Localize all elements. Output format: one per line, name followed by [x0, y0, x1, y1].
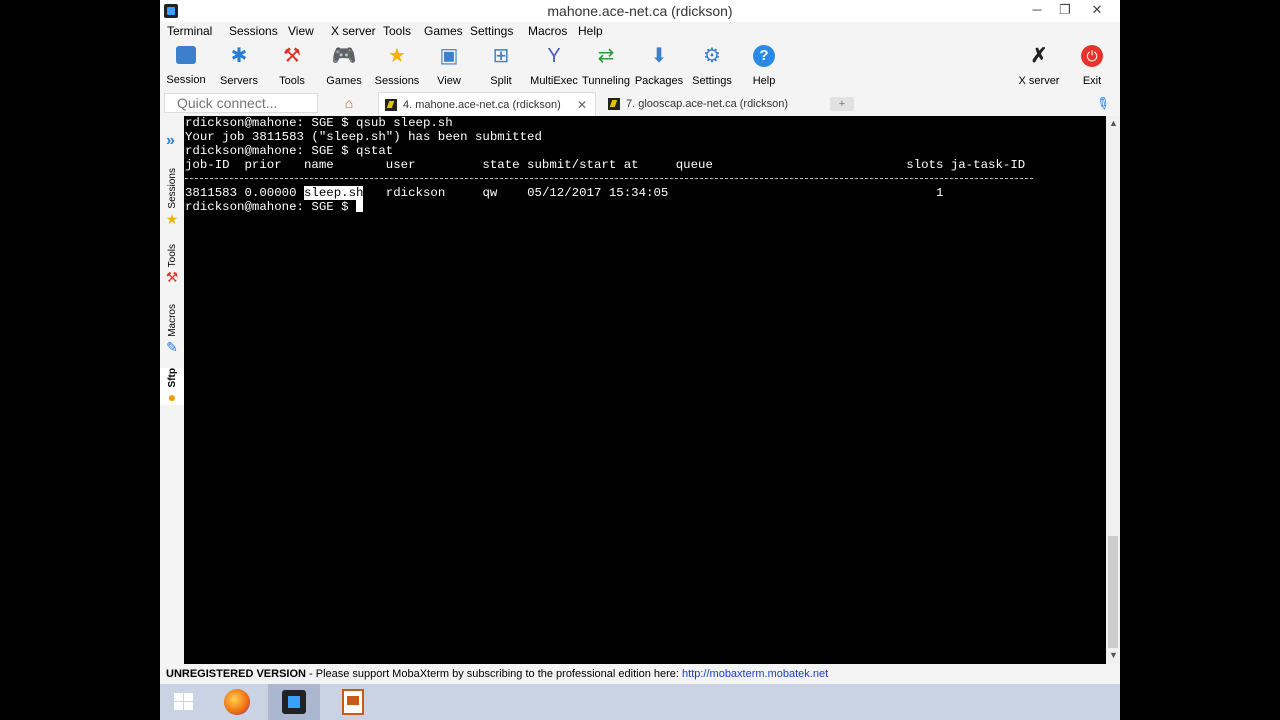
packages-icon: ⬇: [650, 45, 668, 67]
menu-settings[interactable]: Settings: [470, 24, 513, 38]
servers-button[interactable]: ✱ Servers: [211, 42, 267, 88]
terminal-line: rdickson@mahone: SGE $ qsub sleep.sh: [185, 116, 453, 130]
windows-logo-icon: [174, 693, 194, 711]
menu-terminal[interactable]: Terminal: [167, 24, 212, 38]
exit-button[interactable]: ⏻ Exit: [1064, 42, 1120, 88]
mobaxterm-window: mahone.ace-net.ca (rdickson) ─ ❐ ✕ Termi…: [160, 0, 1120, 720]
gear-icon: ⚙: [703, 45, 721, 67]
status-bar: UNREGISTERED VERSION - Please support Mo…: [160, 664, 1120, 684]
maximize-button[interactable]: ❐: [1050, 0, 1080, 22]
window-title: mahone.ace-net.ca (rdickson): [547, 3, 733, 19]
scroll-down-icon[interactable]: ▼: [1109, 650, 1118, 660]
tools-button[interactable]: ⚒ Tools: [264, 42, 320, 88]
sftp-icon: ●: [167, 389, 177, 406]
paperclip-icon[interactable]: ✎: [1091, 92, 1113, 116]
taskbar-mobaxterm[interactable]: [268, 684, 320, 720]
multiexec-icon: Y: [547, 45, 561, 67]
tab-label: 7. glooscap.ace-net.ca (rdickson): [626, 98, 789, 110]
toolbar: Session ✱ Servers ⚒ Tools 🎮 Games ★ Sess…: [160, 40, 1120, 90]
tab-mahone[interactable]: 4. mahone.ace-net.ca (rdickson) ✕: [378, 92, 596, 116]
star-icon: ★: [165, 210, 179, 227]
star-icon: ★: [388, 45, 406, 67]
tab-label: 4. mahone.ace-net.ca (rdickson): [403, 99, 561, 111]
packages-button[interactable]: ⬇ Packages: [631, 42, 687, 88]
expand-sidebar-icon[interactable]: »: [166, 132, 175, 150]
sessions-button[interactable]: ★ Sessions: [369, 42, 425, 88]
left-sidebar: » Sessions ★ Tools ⚒ Macros ✎ Sftp ●: [160, 116, 184, 664]
scrollbar-thumb[interactable]: [1108, 536, 1118, 648]
view-button[interactable]: ▣ View: [421, 42, 477, 88]
session-icon: [176, 46, 196, 64]
terminal-line: Your job 3811583 ("sleep.sh") has been s…: [185, 130, 542, 144]
vertical-scrollbar[interactable]: ▲ ▼: [1106, 116, 1120, 664]
help-icon: ?: [753, 45, 775, 67]
taskbar-firefox[interactable]: [214, 684, 258, 720]
menu-help[interactable]: Help: [578, 24, 603, 38]
menu-macros[interactable]: Macros: [528, 24, 567, 38]
close-button[interactable]: ✕: [1080, 0, 1114, 22]
tab-glooscap[interactable]: 7. glooscap.ace-net.ca (rdickson): [602, 92, 814, 116]
terminal-tab-icon: [608, 98, 620, 110]
job-row: 3811583 0.00000 sleep.sh rdickson qw 05/…: [185, 186, 944, 200]
tools-icon: ⚒: [283, 45, 301, 67]
xserver-icon: ✗: [1030, 45, 1048, 67]
firefox-icon: [224, 689, 250, 715]
menu-view[interactable]: View: [288, 24, 314, 38]
mobatek-link[interactable]: http://mobaxterm.mobatek.net: [682, 668, 828, 680]
macro-icon: ✎: [166, 338, 178, 355]
mobaxterm-icon: [282, 690, 306, 714]
prompt-line: rdickson@mahone: SGE $: [185, 200, 364, 214]
start-button[interactable]: [164, 684, 208, 720]
terminal-cursor: [356, 200, 364, 212]
x-server-button[interactable]: ✗ X server: [1011, 42, 1067, 88]
impress-icon: [342, 689, 364, 715]
close-tab-icon[interactable]: ✕: [577, 93, 587, 117]
home-icon[interactable]: ⌂: [340, 95, 358, 113]
header-separator: [185, 178, 1033, 179]
scroll-up-icon[interactable]: ▲: [1109, 118, 1118, 128]
status-message: - Please support MobaXterm by subscribin…: [305, 668, 683, 680]
games-icon: 🎮: [331, 45, 357, 67]
help-button[interactable]: ? Help: [736, 42, 792, 88]
tunneling-icon: ⇄: [597, 45, 615, 67]
unregistered-label: UNREGISTERED VERSION: [166, 668, 306, 680]
view-icon: ▣: [439, 45, 459, 67]
servers-icon: ✱: [230, 45, 248, 67]
menu-x-server[interactable]: X server: [331, 24, 376, 38]
terminal-line: job-ID prior name user state submit/star…: [185, 158, 1026, 172]
terminal-output[interactable]: rdickson@mahone: SGE $ qsub sleep.sh You…: [184, 116, 1106, 664]
taskbar-impress[interactable]: [330, 684, 374, 720]
session-button[interactable]: Session: [158, 42, 214, 88]
selected-text[interactable]: sleep.sh: [303, 186, 364, 200]
terminal-line: rdickson@mahone: SGE $ qstat: [185, 144, 394, 158]
multiexec-button[interactable]: Y MultiExec: [526, 42, 582, 88]
sidebar-item-sftp[interactable]: Sftp ●: [160, 368, 184, 406]
quick-connect-input[interactable]: [164, 93, 318, 113]
windows-taskbar: [160, 684, 1120, 720]
tools-icon: ⚒: [165, 269, 179, 286]
sidebar-item-sessions[interactable]: Sessions ★: [160, 168, 184, 227]
minimize-button[interactable]: ─: [1022, 0, 1052, 22]
sidebar-item-tools[interactable]: Tools ⚒: [160, 244, 184, 285]
sidebar-item-macros[interactable]: Macros ✎: [160, 304, 184, 355]
power-icon: ⏻: [1081, 45, 1103, 67]
title-bar: mahone.ace-net.ca (rdickson) ─ ❐ ✕: [160, 0, 1120, 22]
menu-sessions[interactable]: Sessions: [229, 24, 278, 38]
split-button[interactable]: ⊞ Split: [473, 42, 529, 88]
new-tab-button[interactable]: +: [830, 97, 854, 111]
menu-tools[interactable]: Tools: [383, 24, 411, 38]
tunneling-button[interactable]: ⇄ Tunneling: [578, 42, 634, 88]
terminal-tab-icon: [385, 99, 397, 111]
settings-button[interactable]: ⚙ Settings: [684, 42, 740, 88]
games-button[interactable]: 🎮 Games: [316, 42, 372, 88]
tab-row: ⌂ 4. mahone.ace-net.ca (rdickson) ✕ 7. g…: [160, 90, 1120, 116]
menu-bar: Terminal Sessions View X server Tools Ga…: [160, 22, 1120, 40]
menu-games[interactable]: Games: [424, 24, 463, 38]
split-icon: ⊞: [492, 45, 510, 67]
